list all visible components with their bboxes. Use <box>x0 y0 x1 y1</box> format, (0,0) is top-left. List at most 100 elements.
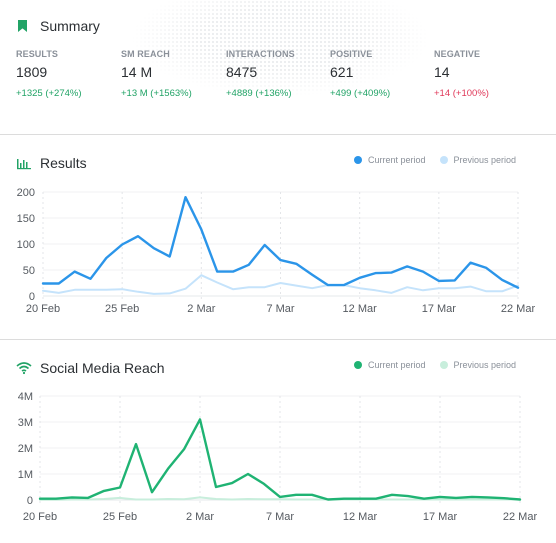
data-point-current[interactable] <box>228 479 236 487</box>
data-point-current[interactable] <box>482 264 490 272</box>
data-point-current[interactable] <box>356 495 364 503</box>
data-point-current[interactable] <box>150 244 158 252</box>
data-point-current[interactable] <box>229 268 237 276</box>
data-point-current[interactable] <box>213 268 221 276</box>
data-point-current[interactable] <box>164 465 172 473</box>
data-point-previous[interactable] <box>260 495 268 503</box>
data-point-previous[interactable] <box>196 493 204 501</box>
data-point-previous[interactable] <box>244 495 252 503</box>
data-point-current[interactable] <box>52 495 60 503</box>
data-point-current[interactable] <box>245 261 253 269</box>
data-point-current[interactable] <box>516 495 524 503</box>
data-point-current[interactable] <box>148 488 156 496</box>
data-point-previous[interactable] <box>372 286 380 294</box>
data-point-current[interactable] <box>467 259 475 267</box>
data-point-previous[interactable] <box>212 495 220 503</box>
data-point-previous[interactable] <box>387 289 395 297</box>
data-point-previous[interactable] <box>229 285 237 293</box>
data-point-current[interactable] <box>71 268 79 276</box>
data-point-current[interactable] <box>276 493 284 501</box>
data-point-current[interactable] <box>244 470 252 478</box>
data-point-current[interactable] <box>132 440 140 448</box>
data-point-current[interactable] <box>340 495 348 503</box>
data-point-current[interactable] <box>182 193 190 201</box>
data-point-current[interactable] <box>435 277 443 285</box>
data-point-current[interactable] <box>403 262 411 270</box>
data-point-current[interactable] <box>180 445 188 453</box>
data-point-current[interactable] <box>118 241 126 249</box>
data-point-current[interactable] <box>324 281 332 289</box>
data-point-previous[interactable] <box>87 286 95 294</box>
data-point-current[interactable] <box>388 491 396 499</box>
data-point-previous[interactable] <box>100 495 108 503</box>
data-point-current[interactable] <box>260 480 268 488</box>
data-point-current[interactable] <box>452 494 460 502</box>
data-point-previous[interactable] <box>166 289 174 297</box>
data-point-previous[interactable] <box>419 286 427 294</box>
data-point-previous[interactable] <box>435 284 443 292</box>
data-point-previous[interactable] <box>116 494 124 502</box>
data-point-current[interactable] <box>261 241 269 249</box>
data-point-current[interactable] <box>87 275 95 283</box>
data-point-current[interactable] <box>404 492 412 500</box>
data-point-current[interactable] <box>451 276 459 284</box>
data-point-current[interactable] <box>116 484 124 492</box>
data-point-current[interactable] <box>196 415 204 423</box>
data-point-current[interactable] <box>292 260 300 268</box>
data-point-previous[interactable] <box>245 283 253 291</box>
data-point-previous[interactable] <box>180 495 188 503</box>
data-point-previous[interactable] <box>39 287 47 295</box>
data-point-current[interactable] <box>68 493 76 501</box>
data-point-current[interactable] <box>100 487 108 495</box>
data-point-current[interactable] <box>514 284 522 292</box>
data-point-previous[interactable] <box>182 285 190 293</box>
data-point-previous[interactable] <box>134 288 142 296</box>
legend-current[interactable]: Current period <box>354 155 426 165</box>
legend-previous[interactable]: Previous period <box>439 155 516 165</box>
data-point-current[interactable] <box>498 276 506 284</box>
data-point-current[interactable] <box>484 493 492 501</box>
data-point-current[interactable] <box>212 483 220 491</box>
data-point-current[interactable] <box>372 495 380 503</box>
data-point-current[interactable] <box>387 269 395 277</box>
data-point-current[interactable] <box>166 252 174 260</box>
data-point-previous[interactable] <box>71 286 79 294</box>
data-point-current[interactable] <box>356 274 364 282</box>
data-point-current[interactable] <box>55 280 63 288</box>
data-point-previous[interactable] <box>403 283 411 291</box>
data-point-current[interactable] <box>420 495 428 503</box>
data-point-current[interactable] <box>292 491 300 499</box>
data-point-current[interactable] <box>36 495 44 503</box>
legend-current[interactable]: Current period <box>354 360 426 370</box>
data-point-previous[interactable] <box>356 284 364 292</box>
data-point-previous[interactable] <box>292 282 300 290</box>
data-point-current[interactable] <box>419 268 427 276</box>
data-point-previous[interactable] <box>467 283 475 291</box>
data-point-previous[interactable] <box>482 287 490 295</box>
data-point-previous[interactable] <box>148 495 156 503</box>
data-point-previous[interactable] <box>132 495 140 503</box>
data-point-current[interactable] <box>500 494 508 502</box>
data-point-previous[interactable] <box>150 290 158 298</box>
data-point-current[interactable] <box>102 254 110 262</box>
data-point-current[interactable] <box>197 225 205 233</box>
data-point-current[interactable] <box>277 256 285 264</box>
data-point-current[interactable] <box>436 493 444 501</box>
data-point-current[interactable] <box>39 280 47 288</box>
data-point-previous[interactable] <box>213 278 221 286</box>
data-point-previous[interactable] <box>164 495 172 503</box>
data-point-previous[interactable] <box>261 283 269 291</box>
data-point-previous[interactable] <box>308 284 316 292</box>
data-point-current[interactable] <box>468 493 476 501</box>
data-point-current[interactable] <box>134 232 142 240</box>
legend-previous[interactable]: Previous period <box>439 360 516 370</box>
data-point-previous[interactable] <box>102 286 110 294</box>
data-point-current[interactable] <box>340 281 348 289</box>
data-point-current[interactable] <box>308 271 316 279</box>
data-point-previous[interactable] <box>55 289 63 297</box>
data-point-current[interactable] <box>84 494 92 502</box>
data-point-current[interactable] <box>308 491 316 499</box>
data-point-previous[interactable] <box>498 287 506 295</box>
data-point-previous[interactable] <box>277 279 285 287</box>
data-point-previous[interactable] <box>228 495 236 503</box>
